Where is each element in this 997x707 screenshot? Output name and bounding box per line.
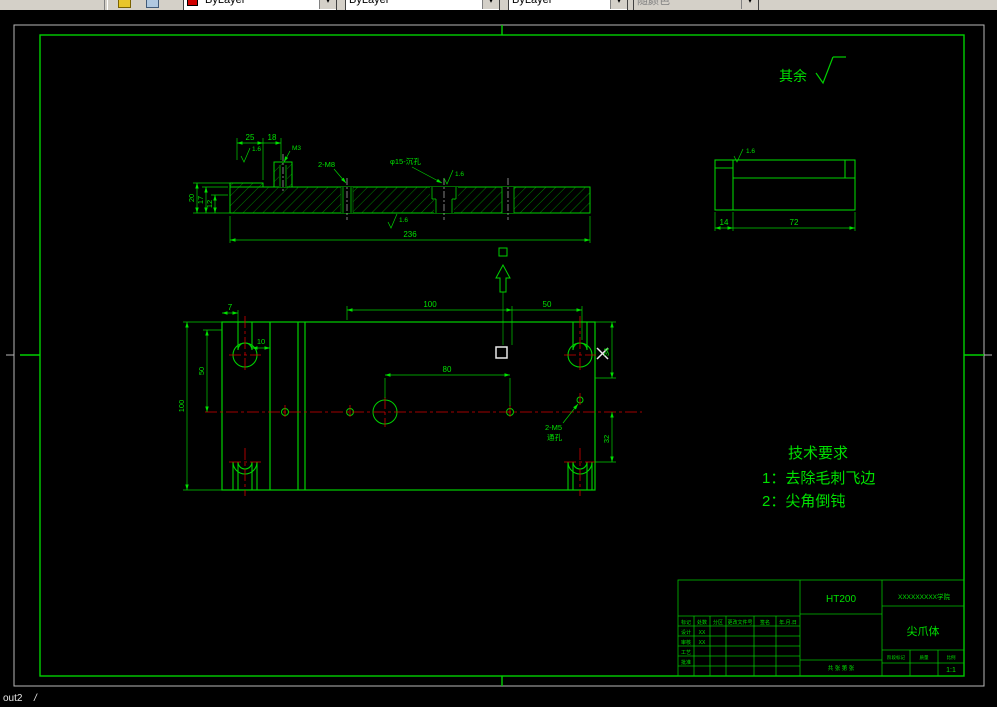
tb-process: 工艺 [681, 650, 691, 656]
dim-34: 34 [602, 348, 611, 356]
lineweight-value: ByLayer [512, 0, 553, 6]
side-view: 14 72 1.6 [714, 148, 856, 231]
dim-50-top: 50 [543, 300, 552, 309]
note-2m5: 2-M5 [545, 423, 562, 432]
drawing-canvas[interactable]: 其余 25 18 1.6 M3 2-M8 φ15-沉孔 1.6 1.6 236 … [0, 10, 997, 693]
plan-slots [232, 322, 593, 490]
roughness-3: 1.6 [399, 217, 408, 224]
dim-17: 17 [196, 196, 205, 204]
tb-weight: 质量 [920, 654, 929, 661]
tb-sheets: 共 张 第 张 [828, 664, 855, 672]
tb-design-val: XX [699, 630, 706, 636]
paper-border [6, 24, 992, 687]
dim-10: 10 [257, 337, 265, 346]
tb-row-date: 年.月.日 [779, 619, 797, 626]
section-plane-marker [495, 346, 508, 359]
chevron-down-icon[interactable]: ▾ [610, 0, 627, 9]
tb-row-zone: 分区 [713, 619, 723, 626]
dim-72: 72 [790, 218, 799, 227]
note-through-hole: 通孔 [547, 432, 562, 442]
plan-dim-lines [183, 306, 616, 491]
tb-company: XXXXXXXXX学院 [898, 592, 951, 601]
tb-scale-value: 1:1 [946, 667, 956, 674]
dim-14: 14 [720, 218, 729, 227]
side-view-outline [714, 159, 856, 211]
dim-100-left: 100 [177, 400, 186, 413]
tb-check: 审核 [681, 639, 691, 646]
general-roughness-note: 其余 [779, 56, 846, 85]
tech-req-item1: 1：去除毛刺飞边 [762, 470, 875, 487]
color-swatch [187, 0, 198, 6]
chevron-down-icon[interactable]: ▾ [482, 0, 499, 9]
dim-100-top: 100 [423, 300, 437, 309]
layers-icon [146, 0, 159, 8]
cad-application-window: ByLayer ▾ ByLayer ▾ ByLayer ▾ 随颜色 ▾ [0, 0, 997, 707]
color-value: ByLayer [205, 0, 246, 6]
tech-req-title: 技术要求 [788, 445, 848, 462]
roughness-2: 1.6 [455, 171, 464, 178]
section-arrow-symbol [495, 247, 511, 345]
toolbar-separator [104, 0, 108, 10]
tb-approve: 批准 [681, 659, 691, 666]
tech-req-item2: 2：尖角倒钝 [762, 493, 845, 510]
note-counterbore: φ15-沉孔 [390, 157, 421, 166]
tb-material: HT200 [826, 594, 856, 605]
tab-divider: / [34, 693, 37, 704]
plan-outline [221, 321, 596, 491]
layout-tab[interactable]: out2 [3, 693, 22, 705]
drawing-area[interactable]: 其余 25 18 1.6 M3 2-M8 φ15-沉孔 1.6 1.6 236 … [0, 10, 997, 693]
dim-50-left: 50 [197, 367, 206, 375]
note-qiyu: 其余 [779, 68, 807, 84]
roughness-1: 1.6 [252, 146, 261, 153]
dim-80: 80 [443, 365, 452, 374]
plan-holes [281, 396, 584, 425]
tb-row-sign: 签名 [760, 619, 770, 626]
layer-tool-icon [118, 0, 131, 8]
tb-design: 设计 [681, 629, 691, 636]
tb-row-mark: 标记 [681, 619, 691, 626]
dim-32: 32 [602, 435, 611, 443]
title-block: HT200 XXXXXXXXX学院 尖爪体 标记 处数 分区 更改文件号 签名 … [677, 579, 965, 677]
tb-check-val: XX [699, 640, 706, 646]
layout-tab-bar: out2 / [0, 693, 997, 707]
chevron-down-icon: ▾ [741, 0, 758, 9]
dim-7: 7 [228, 303, 233, 312]
dim-236: 236 [403, 230, 417, 239]
tb-scale-label: 比例 [947, 654, 956, 661]
plotstyle-value: 随颜色 [637, 0, 670, 7]
chevron-down-icon[interactable]: ▾ [319, 0, 336, 9]
roughness-side: 1.6 [746, 148, 755, 155]
dim-20: 20 [187, 194, 196, 202]
side-view-dim-lines [714, 148, 856, 231]
section-lip [229, 182, 264, 188]
section-view: 25 18 1.6 M3 2-M8 φ15-沉孔 1.6 1.6 236 20 … [187, 133, 591, 243]
tb-stage: 阶段标记 [887, 654, 905, 661]
thread-m3: M3 [292, 145, 301, 152]
note-2m8: 2-M8 [318, 160, 335, 169]
technical-requirements: 技术要求 1：去除毛刺飞边 2：尖角倒钝 [762, 445, 875, 510]
section-body [229, 186, 591, 214]
dim-25: 25 [246, 133, 255, 142]
dim-18: 18 [268, 133, 277, 142]
surface-finish-icon [815, 56, 846, 85]
dim-12: 12 [205, 200, 214, 208]
linetype-value: ByLayer [349, 0, 390, 6]
tb-row-change: 更改文件号 [727, 619, 752, 626]
tb-part-name: 尖爪体 [907, 624, 940, 638]
plan-view: 7 100 50 10 80 50 100 34 32 2-M5 通孔 [177, 300, 642, 496]
tb-row-count: 处数 [697, 619, 707, 626]
drawing-frame [20, 25, 984, 686]
